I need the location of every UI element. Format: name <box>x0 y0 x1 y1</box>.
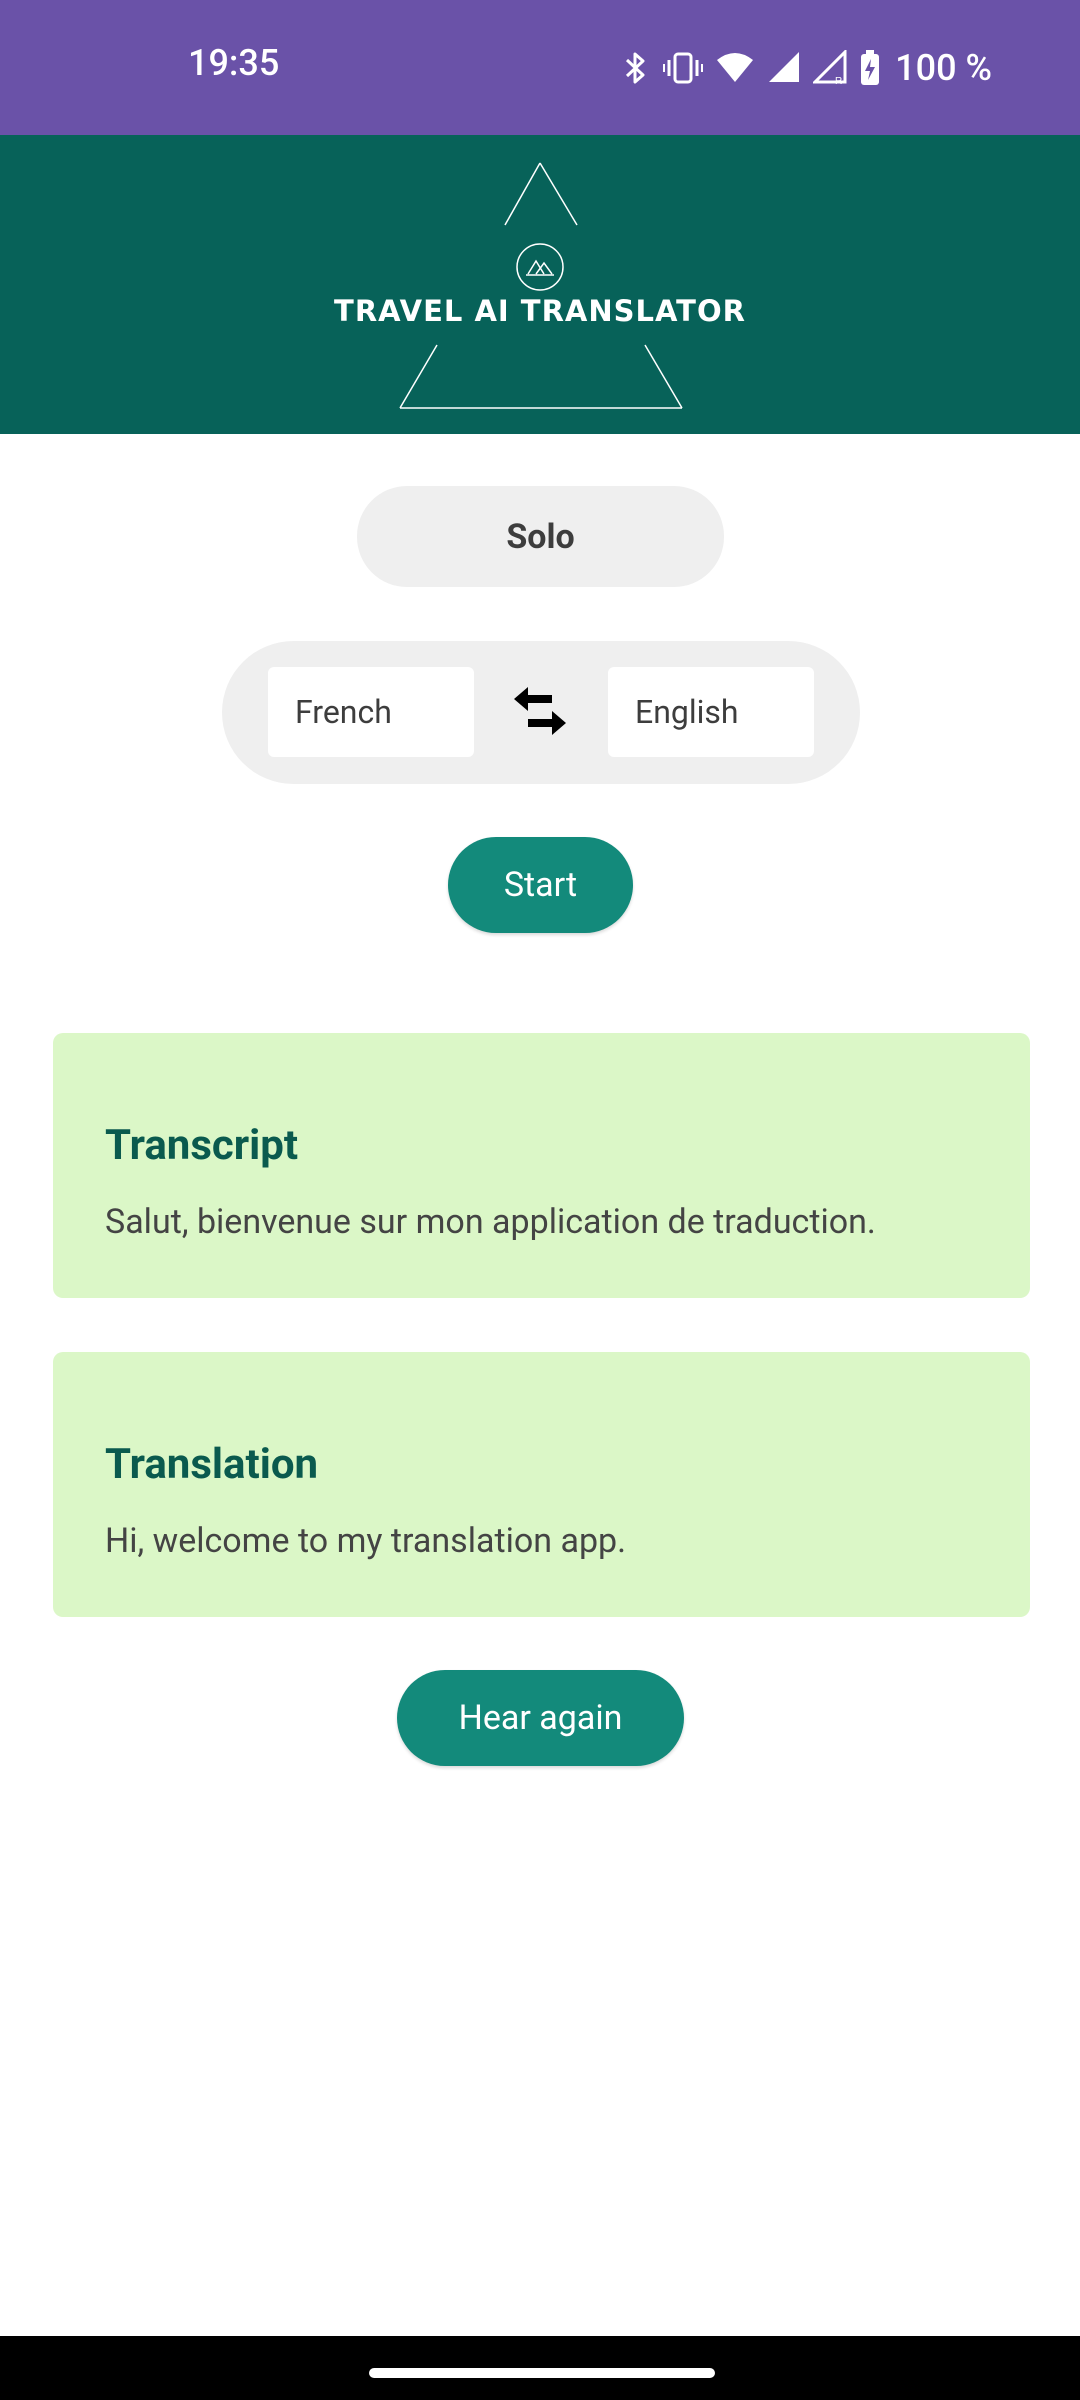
app-title: TRAVEL AI TRANSLATOR <box>334 294 746 328</box>
swap-arrows-icon <box>514 687 566 735</box>
cell-signal-roaming-icon: R <box>813 50 847 86</box>
status-bar: 19:35 R 100 % <box>0 0 1080 135</box>
mode-toggle-button[interactable]: Solo <box>357 486 724 587</box>
status-icons: R 100 % <box>621 40 992 96</box>
transcript-title: Transcript <box>105 1121 299 1170</box>
home-indicator[interactable] <box>369 2368 715 2378</box>
translation-title: Translation <box>105 1440 319 1489</box>
bluetooth-icon <box>621 50 651 86</box>
translation-text: Hi, welcome to my translation app. <box>105 1521 627 1561</box>
vibrate-icon <box>663 50 704 86</box>
svg-text:R: R <box>835 76 842 86</box>
mountain-triangle-logo <box>399 162 683 409</box>
app-header: TRAVEL AI TRANSLATOR <box>0 135 1080 434</box>
transcript-card: Transcript Salut, bienvenue sur mon appl… <box>53 1033 1030 1298</box>
language-selector: French English <box>222 641 860 784</box>
battery-charging-icon <box>859 49 881 87</box>
hear-again-button[interactable]: Hear again <box>397 1670 684 1766</box>
start-button[interactable]: Start <box>448 837 633 933</box>
transcript-text: Salut, bienvenue sur mon application de … <box>105 1202 876 1242</box>
translation-card: Translation Hi, welcome to my translatio… <box>53 1352 1030 1617</box>
wifi-icon <box>715 50 755 86</box>
swap-languages-button[interactable] <box>510 681 570 743</box>
battery-percent: 100 % <box>895 47 992 89</box>
target-language-select[interactable]: English <box>608 667 814 757</box>
cell-signal-icon <box>767 50 801 86</box>
source-language-select[interactable]: French <box>268 667 474 757</box>
status-time: 19:35 <box>188 42 280 84</box>
